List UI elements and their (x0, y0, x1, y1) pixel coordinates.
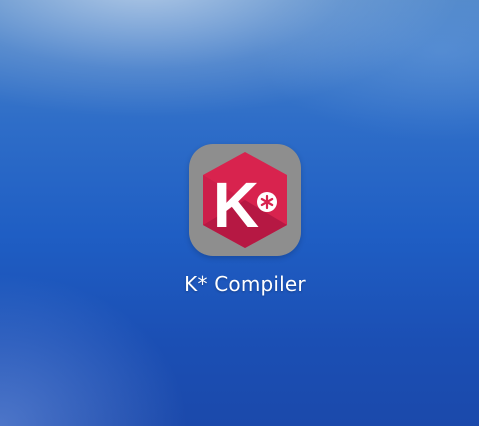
k-compiler-icon: K (203, 152, 287, 248)
app-label[interactable]: K* Compiler (150, 272, 340, 296)
k-letter: K (213, 169, 259, 241)
app-icon-k-compiler[interactable]: K (189, 144, 301, 256)
